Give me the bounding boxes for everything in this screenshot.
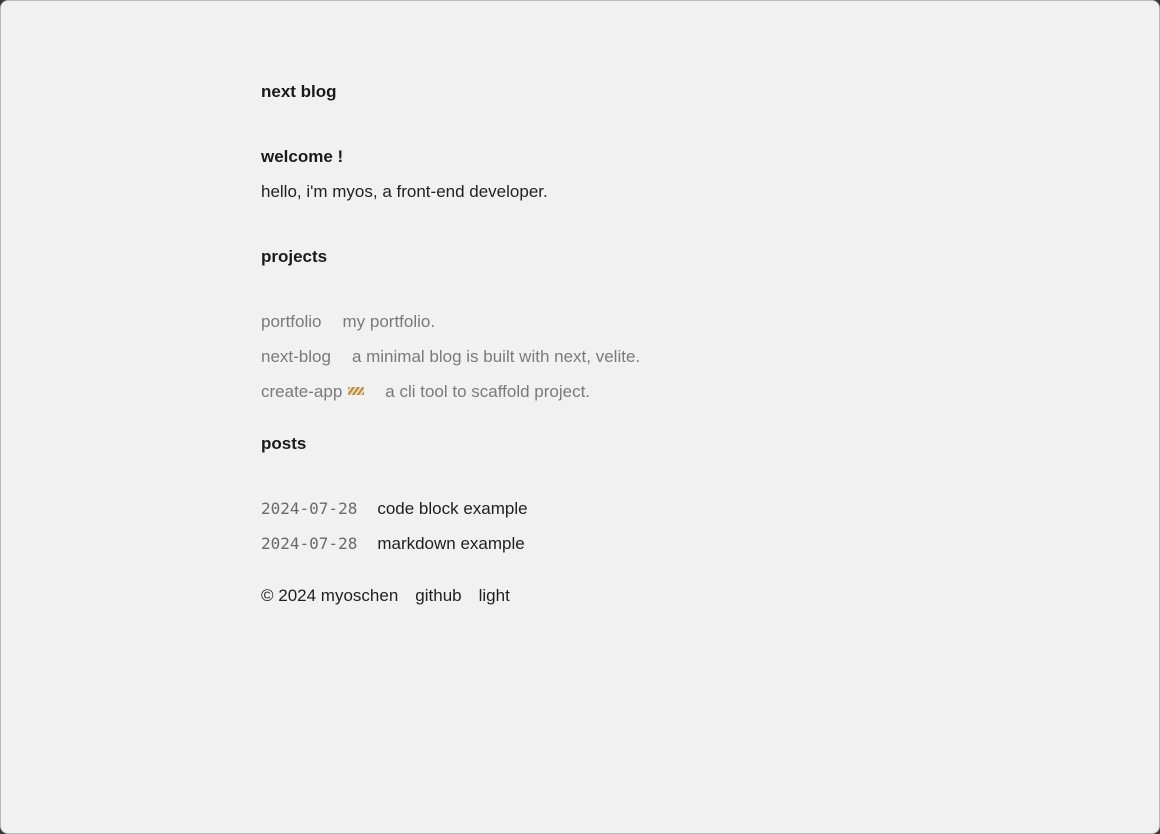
projects-heading: projects (261, 247, 328, 266)
project-description: a minimal blog is built with next, velit… (351, 347, 641, 366)
project-item-portfolio: portfolio my portfolio. (261, 311, 901, 333)
posts-section: posts 2024-07-28 code block example 2024-… (261, 433, 901, 555)
project-list: portfolio my portfolio. next-blog a minima… (261, 311, 901, 403)
project-link-create-app[interactable]: create-app (261, 382, 365, 401)
projects-section: projects portfolio my portfolio. next-blo… (261, 246, 901, 403)
site-title[interactable]: next blog (261, 81, 901, 103)
project-item-next-blog: next-blog a minimal blog is built with ne… (261, 346, 901, 368)
post-item: 2024-07-28 markdown example (261, 533, 901, 555)
posts-heading: posts (261, 434, 307, 453)
project-description: a cli tool to scaffold project. (385, 382, 591, 401)
project-name-label: create-app (261, 382, 343, 401)
project-item-create-app: create-app a cli tool to scaffold project… (261, 381, 901, 403)
project-link-portfolio[interactable]: portfolio (261, 312, 321, 331)
theme-toggle-button[interactable]: light (479, 586, 510, 605)
project-link-next-blog[interactable]: next-blog (261, 347, 331, 366)
site-footer: © 2024 myoschen github light (261, 585, 901, 607)
intro-text: hello, i'm myos, a front-end developer. (261, 182, 548, 201)
main-content: next blog welcome ! hello, i'm myos, a f… (261, 81, 901, 607)
welcome-section: welcome ! hello, i'm myos, a front-end d… (261, 146, 901, 203)
browser-window: next blog welcome ! hello, i'm myos, a f… (0, 0, 1160, 834)
project-description: my portfolio. (342, 312, 436, 331)
post-link[interactable]: markdown example (377, 534, 524, 553)
post-item: 2024-07-28 code block example (261, 498, 901, 520)
post-link[interactable]: code block example (377, 499, 527, 518)
copyright-text: © 2024 myoschen (261, 586, 399, 605)
github-link[interactable]: github (415, 586, 461, 605)
welcome-heading: welcome ! (261, 147, 344, 166)
work-in-progress-icon (348, 387, 365, 395)
post-date: 2024-07-28 (261, 499, 358, 518)
post-list: 2024-07-28 code block example 2024-07-28 m… (261, 498, 901, 555)
post-date: 2024-07-28 (261, 534, 358, 553)
